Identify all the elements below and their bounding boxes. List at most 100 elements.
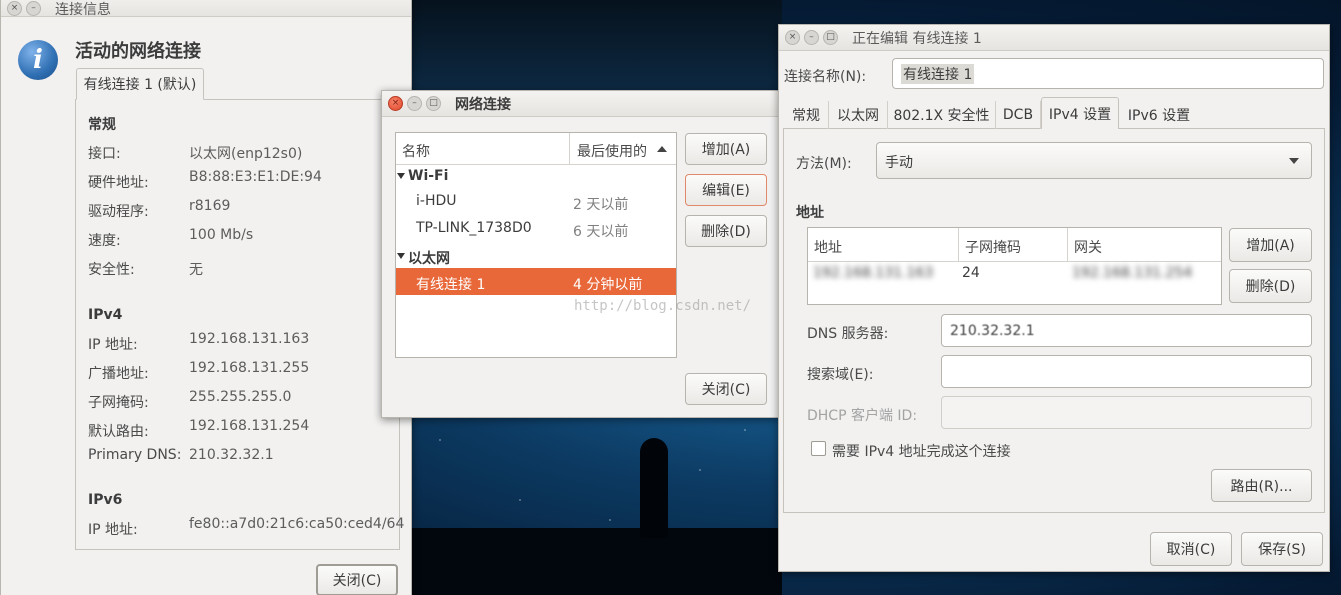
wallpaper-silhouette xyxy=(640,438,668,538)
value-ipv6-address: fe80::a7d0:21c6:ca50:ced4/64 xyxy=(189,516,405,532)
list-item-tplink-last-used: 6 天以前 xyxy=(573,224,629,240)
info-icon: i xyxy=(18,40,58,80)
list-item-tplink[interactable]: TP-LINK_1738D0 xyxy=(416,220,532,236)
connection-name-label: 连接名称(N): xyxy=(784,69,867,85)
section-ipv4: IPv4 xyxy=(88,307,123,323)
connection-name-field[interactable]: 有线连接 1 xyxy=(892,58,1324,89)
value-subnet-mask: 255.255.255.0 xyxy=(189,389,292,405)
value-security: 无 xyxy=(189,262,203,278)
header-gateway: 网关 xyxy=(1074,240,1102,256)
label-interface: 接口: xyxy=(88,146,121,162)
method-value: 手动 xyxy=(885,155,913,171)
expander-ethernet-icon[interactable] xyxy=(397,253,405,259)
search-domain-field[interactable] xyxy=(941,355,1312,388)
maximize-icon[interactable]: □ xyxy=(823,30,838,45)
connections-list[interactable] xyxy=(395,132,677,358)
close-icon[interactable]: × xyxy=(388,96,403,111)
header-address: 地址 xyxy=(814,240,842,256)
label-speed: 速度: xyxy=(88,233,121,249)
section-general: 常规 xyxy=(88,117,116,133)
close-icon[interactable]: × xyxy=(785,30,800,45)
value-default-route: 192.168.131.254 xyxy=(189,418,310,434)
require-ipv4-label[interactable]: 需要 IPv4 地址完成这个连接 xyxy=(832,441,1011,461)
require-ipv4-checkbox[interactable] xyxy=(811,441,826,456)
value-driver: r8169 xyxy=(189,198,231,214)
dropdown-arrow-icon xyxy=(1289,158,1299,164)
header-divider-1 xyxy=(958,228,959,262)
delete-connection-button[interactable]: 删除(D) xyxy=(685,215,767,247)
list-item-wired-connection[interactable]: 有线连接 1 xyxy=(416,274,485,294)
connection-name-value: 有线连接 1 xyxy=(901,63,975,84)
dhcp-client-id-field xyxy=(941,396,1312,429)
method-dropdown[interactable]: 手动 xyxy=(876,142,1312,179)
address-section-heading: 地址 xyxy=(796,205,824,221)
info-close-button[interactable]: 关闭(C) xyxy=(316,564,398,595)
label-ipv6-address: IP 地址: xyxy=(88,522,138,538)
group-wifi: Wi-Fi xyxy=(408,168,449,184)
wallpaper-tree xyxy=(412,0,782,95)
minimize-icon[interactable]: – xyxy=(407,96,422,111)
tab-wired-connection[interactable]: 有线连接 1 (默认) xyxy=(76,68,204,100)
value-speed: 100 Mb/s xyxy=(189,227,254,243)
address-delete-button[interactable]: 删除(D) xyxy=(1229,269,1312,303)
column-header-last-used[interactable]: 最后使用的 xyxy=(577,141,647,161)
tab-ethernet[interactable]: 以太网 xyxy=(829,101,888,129)
dhcp-client-id-label: DHCP 客户端 ID: xyxy=(807,408,918,424)
list-item-ihdu[interactable]: i-HDU xyxy=(416,193,457,209)
label-security: 安全性: xyxy=(88,262,135,278)
add-connection-button[interactable]: 增加(A) xyxy=(685,133,767,165)
search-domain-label: 搜索域(E): xyxy=(807,367,874,383)
minimize-icon[interactable]: – xyxy=(26,1,41,16)
label-hardware-address: 硬件地址: xyxy=(88,175,149,191)
cell-address[interactable]: 192.168.131.163 xyxy=(813,265,933,281)
value-interface: 以太网(enp12s0) xyxy=(189,146,303,162)
cell-gateway[interactable]: 192.168.131.254 xyxy=(1072,265,1192,281)
tab-8021x-security[interactable]: 802.1X 安全性 xyxy=(888,101,996,129)
info-tab-panel xyxy=(75,99,400,550)
label-primary-dns: Primary DNS: xyxy=(88,447,182,463)
cell-netmask[interactable]: 24 xyxy=(962,265,980,281)
value-broadcast: 192.168.131.255 xyxy=(189,360,310,376)
label-broadcast: 广播地址: xyxy=(88,366,149,382)
cancel-button[interactable]: 取消(C) xyxy=(1150,532,1232,566)
window-title: 网络连接 xyxy=(455,96,511,113)
sort-ascending-icon xyxy=(657,146,667,152)
value-ip-address: 192.168.131.163 xyxy=(189,331,310,347)
value-hardware-address: B8:88:E3:E1:DE:94 xyxy=(189,169,322,185)
dns-field[interactable]: 210.32.32.1 xyxy=(941,314,1312,347)
dns-value: 210.32.32.1 xyxy=(950,322,1035,339)
edit-connection-button[interactable]: 编辑(E) xyxy=(685,174,767,206)
close-icon[interactable]: × xyxy=(7,1,22,16)
tab-general[interactable]: 常规 xyxy=(784,101,829,129)
network-connections-titlebar: × – □ 网络连接 xyxy=(382,91,780,117)
connection-info-titlebar: × – 连接信息 xyxy=(1,0,411,18)
label-subnet-mask: 子网掩码: xyxy=(88,395,149,411)
address-add-button[interactable]: 增加(A) xyxy=(1229,228,1312,262)
editor-titlebar: × – □ 正在编辑 有线连接 1 xyxy=(779,25,1329,51)
tab-ipv4-settings[interactable]: IPv4 设置 xyxy=(1041,97,1119,129)
network-close-button[interactable]: 关闭(C) xyxy=(685,373,767,405)
tab-dcb[interactable]: DCB xyxy=(996,101,1041,129)
list-item-wired-last-used: 4 分钟以前 xyxy=(573,277,643,293)
window-title: 连接信息 xyxy=(55,1,111,18)
dns-label: DNS 服务器: xyxy=(807,326,889,342)
active-connection-heading: 活动的网络连接 xyxy=(75,41,201,62)
save-button[interactable]: 保存(S) xyxy=(1241,532,1323,566)
header-netmask: 子网掩码 xyxy=(965,240,1021,256)
value-primary-dns: 210.32.32.1 xyxy=(189,447,274,463)
section-ipv6: IPv6 xyxy=(88,492,123,508)
tab-ipv6-settings[interactable]: IPv6 设置 xyxy=(1119,101,1199,129)
routes-button[interactable]: 路由(R)... xyxy=(1211,469,1312,502)
header-divider-2 xyxy=(1067,228,1068,262)
window-title: 正在编辑 有线连接 1 xyxy=(852,30,982,47)
label-driver: 驱动程序: xyxy=(88,204,149,220)
maximize-icon[interactable]: □ xyxy=(426,96,441,111)
label-ip-address: IP 地址: xyxy=(88,337,138,353)
method-label: 方法(M): xyxy=(796,156,852,172)
column-header-name[interactable]: 名称 xyxy=(402,141,430,161)
expander-wifi-icon[interactable] xyxy=(397,173,405,179)
list-item-ihdu-last-used: 2 天以前 xyxy=(573,197,629,213)
wallpaper-ground xyxy=(412,528,782,595)
minimize-icon[interactable]: – xyxy=(804,30,819,45)
group-ethernet: 以太网 xyxy=(408,251,450,267)
